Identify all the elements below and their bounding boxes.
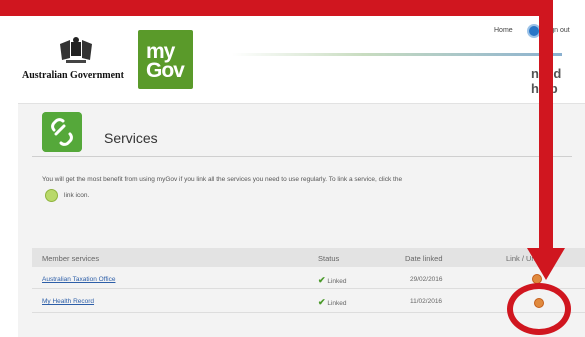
services-link-icon	[42, 112, 82, 152]
mygov-logo-gov: Gov	[146, 59, 185, 82]
date-linked: 29/02/2016	[410, 276, 443, 283]
status-linked: ✔ Linked	[318, 297, 347, 308]
row-divider	[32, 288, 585, 289]
column-header-date-linked: Date linked	[405, 254, 443, 263]
header-divider	[232, 53, 562, 56]
link-icon-caption: link icon.	[64, 192, 90, 199]
status-text: Linked	[327, 300, 347, 307]
page-title: Services	[104, 130, 158, 146]
annotation-highlight-circle	[507, 283, 571, 335]
service-link-ato[interactable]: Australian Taxation Office	[42, 276, 115, 283]
title-divider	[32, 156, 572, 157]
annotation-arrow-shaft	[539, 12, 553, 250]
status-linked: ✔ Linked	[318, 275, 347, 286]
check-icon: ✔	[318, 297, 326, 307]
australian-government-logo: Australian Government	[22, 36, 130, 88]
gov-name: Australian Government	[22, 70, 124, 81]
service-link-my-health-record[interactable]: My Health Record	[42, 298, 94, 305]
date-linked: 11/02/2016	[410, 298, 443, 305]
row-divider	[32, 312, 585, 313]
table-header	[32, 248, 585, 267]
intro-text: You will get the most benefit from using…	[42, 176, 403, 183]
column-header-status: Status	[318, 254, 340, 263]
coat-of-arms-icon	[60, 37, 92, 63]
annotation-arrow-top-bar	[0, 0, 553, 16]
status-text: Linked	[327, 278, 347, 285]
annotation-arrow-head	[527, 248, 565, 280]
column-header-member-services: Member services	[42, 254, 100, 263]
check-icon: ✔	[318, 275, 326, 285]
home-link[interactable]: Home	[494, 27, 513, 34]
link-icon	[45, 189, 58, 202]
mygov-logo[interactable]: my Gov	[138, 30, 193, 89]
